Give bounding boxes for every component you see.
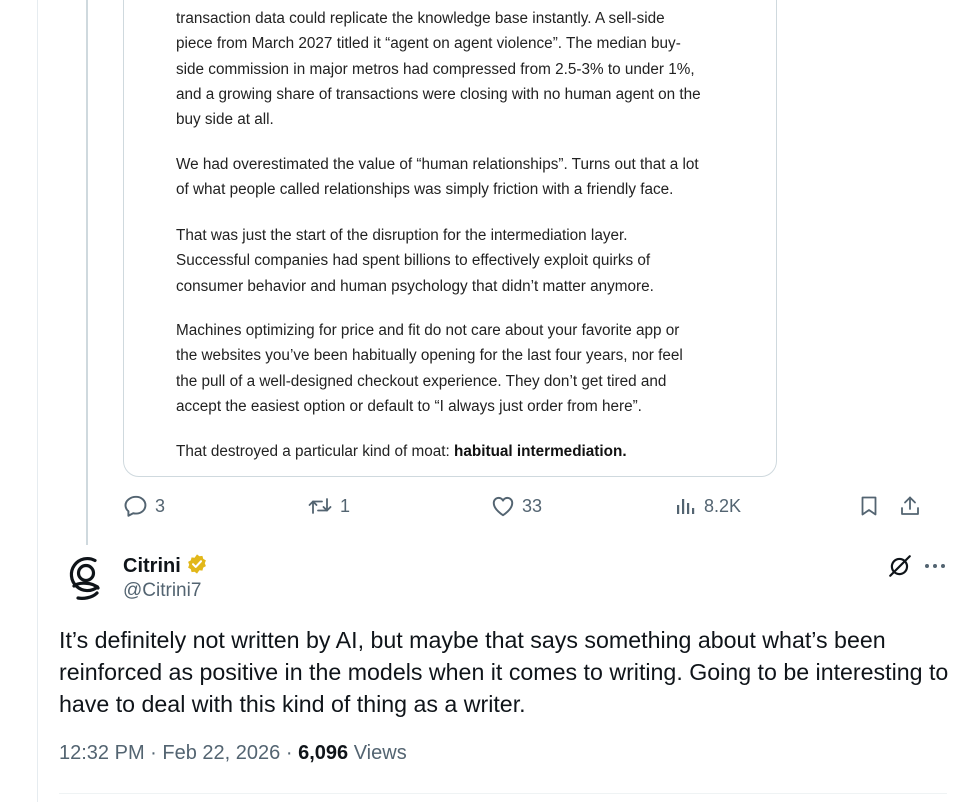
separator: · <box>285 742 293 764</box>
final-line-prefix: That destroyed a particular kind of moat… <box>176 443 455 460</box>
text-line: the websites you’ve been habitually open… <box>176 347 683 365</box>
post-time[interactable]: 12:32 PM <box>59 742 145 764</box>
text-line: the pull of a well-designed checkout exp… <box>176 372 667 390</box>
like-icon <box>490 493 516 519</box>
text-line: buy side at all. <box>176 111 274 129</box>
share-button[interactable] <box>898 493 922 519</box>
verified-badge-icon[interactable] <box>186 553 208 580</box>
quoted-paragraph-2: We had overestimated the value of “human… <box>176 152 736 203</box>
repost-icon <box>306 493 334 519</box>
text-line: piece from March 2027 titled it “agent o… <box>176 35 681 53</box>
view-count: 8.2K <box>704 495 742 516</box>
bookmark-icon <box>857 493 881 519</box>
text-line: That destroyed a particular kind of moat… <box>176 439 736 464</box>
column-border <box>37 0 38 802</box>
repost-button[interactable]: 1 <box>306 493 350 519</box>
quoted-paragraph-5: That destroyed a particular kind of moat… <box>176 439 736 464</box>
author-display-name[interactable]: Citrini <box>123 555 181 578</box>
separator: · <box>150 742 157 764</box>
more-icon[interactable] <box>922 558 948 579</box>
quoted-paragraph-1: transaction data could replicate the kno… <box>176 6 736 132</box>
reply-icon <box>123 493 149 519</box>
text-line: That was just the start of the disruptio… <box>176 227 628 244</box>
text-line: Successful companies had spent billions … <box>176 252 651 270</box>
bookmark-button[interactable] <box>857 493 881 519</box>
author-name-row: Citrini <box>123 553 208 580</box>
post-text: It’s definitely not written by AI, but m… <box>59 627 949 717</box>
reply-button[interactable]: 3 <box>123 493 165 519</box>
quoted-paragraph-3: That was just the start of the disruptio… <box>176 223 736 299</box>
post-view-count: 6,096 <box>298 742 349 764</box>
text-line: Machines optimizing for price and fit do… <box>176 322 680 339</box>
reply-count: 3 <box>155 495 166 516</box>
text-line: accept the easiest option or default to … <box>176 397 642 415</box>
views-icon <box>674 493 698 519</box>
views-button[interactable]: 8.2K <box>674 493 741 519</box>
post-metadata: 12:32 PM · Feb 22, 2026 · 6,096 Views <box>59 742 407 765</box>
quoted-paragraph-4: Machines optimizing for price and fit do… <box>176 318 736 419</box>
text-line: We had overestimated the value of “human… <box>176 156 699 173</box>
post-date[interactable]: Feb 22, 2026 <box>162 742 280 764</box>
text-line: consumer behavior and human psychology t… <box>176 277 654 295</box>
divider <box>59 793 947 794</box>
views-label: Views <box>353 742 407 764</box>
avatar[interactable] <box>61 551 111 601</box>
repost-count: 1 <box>340 495 351 516</box>
like-count: 33 <box>522 495 543 516</box>
share-icon <box>898 493 922 519</box>
author-handle[interactable]: @Citrini7 <box>123 580 201 602</box>
grok-icon[interactable] <box>887 553 913 584</box>
text-line: and a growing share of transactions were… <box>176 85 701 103</box>
text-line: transaction data could replicate the kno… <box>176 10 665 27</box>
thread-connector-line <box>86 0 88 545</box>
text-line: of what people called relationships was … <box>176 181 674 199</box>
text-line: side commission in major metros had comp… <box>176 60 695 78</box>
avatar-logo-icon <box>61 557 111 605</box>
final-line-bold: habitual intermediation. <box>454 443 627 460</box>
like-button[interactable]: 33 <box>490 493 542 519</box>
